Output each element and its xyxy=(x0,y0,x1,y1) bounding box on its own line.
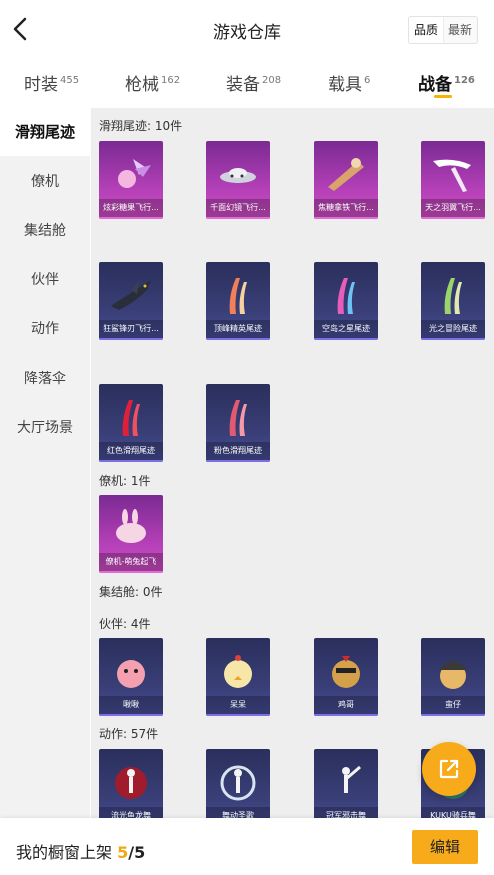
candy-trail-art xyxy=(118,159,151,188)
sidebar-item-emote[interactable]: 动作 xyxy=(0,305,90,353)
item-card[interactable]: 天之羽翼飞行... xyxy=(421,141,485,219)
tab-count: 208 xyxy=(262,75,282,86)
item-card[interactable]: 僚机-萌兔起飞 xyxy=(99,495,163,573)
tab-count: 455 xyxy=(60,75,80,86)
item-card[interactable]: 冠军邪击舞 xyxy=(314,749,378,818)
sidebar-item-trail[interactable]: 滑翔尾迹 xyxy=(0,108,90,156)
red-trail-art xyxy=(122,400,140,436)
item-label: 焦糖拿铁飞行... xyxy=(314,199,378,219)
section-title-wingman: 僚机: 1件 xyxy=(99,474,151,488)
item-label: 千面幻镜飞行... xyxy=(206,199,270,219)
showcase-status: 我的橱窗上架 5/5 xyxy=(16,839,145,863)
item-card[interactable]: 千面幻镜飞行... xyxy=(206,141,270,219)
item-label: 狂鲨锋刃飞行... xyxy=(99,320,163,340)
section-title-pod: 集结舱: 0件 xyxy=(99,585,163,599)
sort-newest-option[interactable]: 最新 xyxy=(443,17,477,43)
showcase-footer: 我的橱窗上架 5/5 编辑 xyxy=(0,818,494,875)
item-label: 流光鱼龙舞 xyxy=(99,807,163,818)
item-label: 蛮仔 xyxy=(421,696,485,716)
dance-emote-art xyxy=(220,765,256,801)
showcase-label: 我的橱窗上架 xyxy=(16,843,113,862)
tab-label: 装备 xyxy=(226,75,260,95)
item-card[interactable]: 狂鲨锋刃飞行... xyxy=(99,262,163,340)
share-button[interactable] xyxy=(422,742,476,796)
item-label: 顶峰精英尾迹 xyxy=(206,320,270,340)
wing-trail-art xyxy=(433,159,471,192)
section-title-trail: 滑翔尾迹: 10件 xyxy=(99,119,183,133)
item-card[interactable]: 流光鱼龙舞 xyxy=(99,749,163,818)
item-label: 红色滑翔尾迹 xyxy=(99,442,163,462)
item-card[interactable]: 啾啾 xyxy=(99,638,163,716)
item-card[interactable]: 光之冒险尾迹 xyxy=(421,262,485,340)
shark-trail-art xyxy=(111,280,151,310)
edit-button[interactable]: 编辑 xyxy=(412,830,478,864)
item-label: 鸡哥 xyxy=(314,696,378,716)
pink-trail-art xyxy=(229,400,247,436)
tab-label: 枪械 xyxy=(125,75,159,95)
sidebar: 滑翔尾迹 僚机 集结舱 伙伴 动作 降落伞 大厅场景 xyxy=(0,108,90,818)
item-label: 啾啾 xyxy=(99,696,163,716)
item-label: 炫彩糖果飞行... xyxy=(99,199,163,219)
tab-count: 126 xyxy=(454,75,475,86)
tab-equipment[interactable]: 装备 208 xyxy=(226,70,281,95)
section-title-partner: 伙伴: 4件 xyxy=(99,617,151,631)
tab-firearms[interactable]: 枪械 162 xyxy=(125,70,180,95)
sidebar-item-parachute[interactable]: 降落伞 xyxy=(0,355,90,403)
sort-quality-option[interactable]: 品质 xyxy=(408,17,443,43)
item-card[interactable]: 呆呆 xyxy=(206,638,270,716)
header-bar: 游戏仓库 品质 最新 xyxy=(0,0,494,58)
item-card[interactable]: 红色滑翔尾迹 xyxy=(99,384,163,462)
item-card[interactable]: 蛮仔 xyxy=(421,638,485,716)
daidai-partner-art xyxy=(224,655,252,688)
item-card[interactable]: 舞动圣歌 xyxy=(206,749,270,818)
item-card[interactable]: 粉色滑翔尾迹 xyxy=(206,384,270,462)
tab-count: 6 xyxy=(364,75,371,86)
showcase-count: 5 xyxy=(117,843,129,862)
jige-partner-art xyxy=(332,656,360,688)
tab-label: 载具 xyxy=(328,75,362,95)
item-label: 粉色滑翔尾迹 xyxy=(206,442,270,462)
item-card[interactable]: 顶峰精英尾迹 xyxy=(206,262,270,340)
sidebar-item-partner[interactable]: 伙伴 xyxy=(0,256,90,304)
item-card[interactable]: 鸡哥 xyxy=(314,638,378,716)
sidebar-item-wingman[interactable]: 僚机 xyxy=(0,158,90,206)
item-label: 僚机-萌兔起飞 xyxy=(99,553,163,573)
tab-vehicles[interactable]: 载具 6 xyxy=(328,70,370,95)
item-label: 冠军邪击舞 xyxy=(314,807,378,818)
sort-toggle: 品质 最新 xyxy=(407,16,478,44)
item-label: 舞动圣歌 xyxy=(206,807,270,818)
item-label: 光之冒险尾迹 xyxy=(421,320,485,340)
dance-emote-art xyxy=(342,765,361,793)
item-card[interactable]: 炫彩糖果飞行... xyxy=(99,141,163,219)
jiujiu-partner-art xyxy=(117,660,145,688)
item-label: KUKU骑兵舞 xyxy=(421,807,485,818)
item-card[interactable]: 空岛之星尾迹 xyxy=(314,262,378,340)
sidebar-item-lobby-scene[interactable]: 大厅场景 xyxy=(0,404,90,452)
manzai-partner-art xyxy=(439,661,467,689)
section-title-emote: 动作: 57件 xyxy=(99,727,159,741)
share-external-icon xyxy=(439,759,459,779)
tab-fashion[interactable]: 时装 455 xyxy=(24,70,79,95)
tab-label: 战备 xyxy=(418,75,452,95)
bunny-wingman-art xyxy=(116,509,146,543)
category-tabs: 时装 455 枪械 162 装备 208 载具 6 战备 126 xyxy=(0,58,494,106)
tab-label: 时装 xyxy=(24,75,58,95)
dance-emote-art xyxy=(115,767,147,799)
tab-combat-gear[interactable]: 战备 126 xyxy=(418,70,475,95)
sidebar-item-assembly-pod[interactable]: 集结舱 xyxy=(0,207,90,255)
item-label: 空岛之星尾迹 xyxy=(314,320,378,340)
tab-count: 162 xyxy=(161,75,181,86)
item-label: 天之羽翼飞行... xyxy=(421,199,485,219)
adventure-trail-art xyxy=(444,278,462,314)
latte-trail-art xyxy=(328,158,364,191)
elite-trail-art xyxy=(229,278,247,314)
mirror-trail-art xyxy=(220,168,256,183)
showcase-total: /5 xyxy=(128,843,146,862)
item-card[interactable]: 焦糖拿铁飞行... xyxy=(314,141,378,219)
active-tab-indicator xyxy=(434,95,452,98)
sky-island-trail-art xyxy=(337,278,355,314)
item-label: 呆呆 xyxy=(206,696,270,716)
item-grid: 滑翔尾迹: 10件 炫彩糖果飞行... 千面幻镜飞行... 焦糖拿铁飞行... … xyxy=(91,108,494,818)
